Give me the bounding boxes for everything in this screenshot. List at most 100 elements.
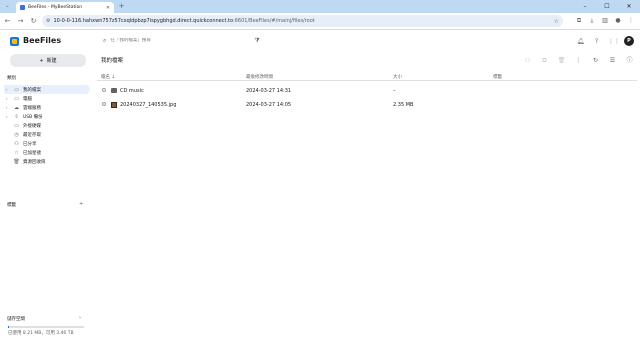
select-checkbox[interactable] xyxy=(102,88,106,92)
storage-usage-fill xyxy=(8,326,9,328)
share-icon[interactable]: ⚇ xyxy=(523,56,532,65)
select-checkbox[interactable] xyxy=(102,102,106,106)
list-view-icon[interactable]: ☰ xyxy=(608,56,617,65)
browser-tabstrip: ⌄ BeeFiles - MyBeeStation ✕ + – ☐ ✕ xyxy=(0,0,640,13)
chevron-right-icon[interactable]: › xyxy=(6,105,10,110)
file-size: 2.35 MB xyxy=(393,102,414,108)
sidebar-item-label: USB 備份 xyxy=(23,114,43,120)
maximize-icon[interactable]: ☐ xyxy=(596,0,618,13)
storage-usage-text: 已使用 8.21 MB，可用 3.46 TB xyxy=(8,331,74,336)
sidebar-icon[interactable]: ▥ xyxy=(600,16,610,26)
tab-title: BeeFiles - MyBeeStation xyxy=(28,5,83,10)
sidebar-item-label: 雲端服務 xyxy=(23,105,41,111)
profile-icon[interactable]: ● xyxy=(613,16,623,26)
sidebar-item-external-drive[interactable]: ▭ 外接硬碟 xyxy=(4,121,90,130)
more-options-icon[interactable]: ⋮ xyxy=(574,56,583,65)
bookmark-star-icon[interactable]: ☆ xyxy=(554,18,559,25)
chevron-right-icon[interactable]: › xyxy=(6,114,10,119)
sidebar-item-usb-backup[interactable]: › ⇧ USB 備份 xyxy=(4,112,90,121)
sidebar-item-computer[interactable]: › ▭ 電腦 xyxy=(4,94,90,103)
file-size: – xyxy=(393,88,396,94)
sidebar-item-label: 我的檔案 xyxy=(23,87,41,93)
section-title-tags: 標籤 xyxy=(7,203,16,208)
delete-icon[interactable]: 🗑︎ xyxy=(557,56,566,65)
folder-icon xyxy=(111,88,117,93)
image-thumbnail-icon xyxy=(111,102,117,108)
tab-search-icon[interactable]: ⌄ xyxy=(4,3,11,10)
page-title: 我的檔案 xyxy=(101,58,124,64)
column-header-name[interactable]: 檔名 ↓ xyxy=(101,74,115,80)
refresh-icon[interactable]: ↻ xyxy=(591,56,600,65)
app-header: BeeFiles ⌕ ⧩ 🔔︎ ? ⋮⋮ P xyxy=(0,31,640,51)
minimize-icon[interactable]: – xyxy=(574,0,596,13)
search-input[interactable] xyxy=(110,38,251,43)
add-tag-icon[interactable]: + xyxy=(79,201,83,207)
apps-grid-icon[interactable]: ⋮⋮ xyxy=(608,37,620,46)
table-row[interactable]: 20240327_140535.jpg 2024-03-27 14:05 2.3… xyxy=(97,98,637,112)
trash-icon: 🗑︎ xyxy=(13,158,20,165)
clock-icon: ◷ xyxy=(14,131,19,138)
menu-dots-icon[interactable]: ⋮ xyxy=(626,16,636,26)
share-icon: ⚇ xyxy=(14,140,19,147)
app-brand: BeeFiles xyxy=(23,36,62,45)
favicon-icon xyxy=(20,5,25,10)
sidebar-item-label: 電腦 xyxy=(23,96,32,102)
browser-tab[interactable]: BeeFiles - MyBeeStation ✕ xyxy=(16,2,114,13)
column-header-modified[interactable]: 最後修改時間 xyxy=(246,74,273,80)
file-modified: 2024-03-27 14:05 xyxy=(246,102,292,108)
chevron-right-icon[interactable]: › xyxy=(6,87,10,92)
sidebar-item-trash[interactable]: 🗑︎ 資源回收筒 xyxy=(4,157,90,166)
table-row[interactable]: CD music 2024-03-27 14:31 – xyxy=(97,84,637,98)
help-icon[interactable]: ? xyxy=(592,37,601,46)
sidebar-item-label: 最近存取 xyxy=(23,132,41,138)
chevron-right-icon[interactable]: › xyxy=(79,315,81,321)
file-actions: ⚇ ⧉ 🗑︎ ⋮ ↻ ☰ ⓘ xyxy=(523,56,634,65)
reload-icon[interactable]: ↻ xyxy=(28,16,39,27)
new-button[interactable]: + 新建 xyxy=(10,54,86,67)
section-title-storage: 儲存空間 xyxy=(7,317,25,322)
star-icon: ☆ xyxy=(14,149,19,156)
sidebar-item-shared[interactable]: ⚇ 已分享 xyxy=(4,139,90,148)
storage-usage-bar xyxy=(8,326,84,328)
file-name[interactable]: 20240327_140535.jpg xyxy=(120,102,176,108)
sidebar-item-cloud[interactable]: › ☁ 雲端服務 xyxy=(4,103,90,112)
chevron-right-icon[interactable]: › xyxy=(6,96,10,101)
sidebar-item-label: 已分享 xyxy=(23,141,37,147)
drive-icon: ▭ xyxy=(14,122,19,129)
close-window-icon[interactable]: ✕ xyxy=(618,0,640,13)
toolbar-actions: ⧉ ⤓ ▥ ● ⋮ xyxy=(574,16,636,26)
tab-close-icon[interactable]: ✕ xyxy=(106,5,110,11)
sidebar-item-label: 資源回收筒 xyxy=(23,159,46,165)
sidebar-item-my-files[interactable]: › ▭ 我的檔案 xyxy=(4,85,90,94)
forward-icon[interactable]: → xyxy=(15,16,26,27)
info-icon[interactable]: ⓘ xyxy=(625,56,634,65)
notification-icon[interactable]: 🔔︎ xyxy=(576,37,585,46)
sidebar-item-label: 已加星號 xyxy=(23,150,41,156)
back-icon[interactable]: ← xyxy=(2,16,13,27)
sidebar-item-label: 外接硬碟 xyxy=(23,123,41,129)
window-controls: – ☐ ✕ xyxy=(574,0,640,13)
usb-icon: ⇧ xyxy=(14,113,19,120)
computer-icon: ▭ xyxy=(14,95,19,102)
folder-icon: ▭ xyxy=(14,86,19,93)
url-text[interactable]: 10-0-0-116.hahxwn757z57cxqldpbzp7ispygbh… xyxy=(53,18,550,24)
search-bar: ⌕ ⧩ xyxy=(103,35,275,46)
new-button-label: 新建 xyxy=(46,58,57,64)
beefiles-logo xyxy=(10,37,19,46)
address-bar[interactable]: ⚙ 10-0-0-116.hahxwn757z57cxqldpbzp7ispyg… xyxy=(42,15,563,27)
sidebar-item-starred[interactable]: ☆ 已加星號 xyxy=(4,148,90,157)
file-modified: 2024-03-27 14:31 xyxy=(246,88,292,94)
sidebar-item-recent[interactable]: ◷ 最近存取 xyxy=(4,130,90,139)
search-icon[interactable]: ⌕ xyxy=(103,37,106,45)
new-tab-button[interactable]: + xyxy=(117,2,126,11)
filter-icon[interactable]: ⧩ xyxy=(254,37,259,45)
column-header-size[interactable]: 大小 xyxy=(393,74,402,80)
file-name[interactable]: CD music xyxy=(120,88,144,94)
extensions-icon[interactable]: ⧉ xyxy=(574,16,584,26)
avatar[interactable]: P xyxy=(624,36,634,46)
site-info-icon[interactable]: ⚙ xyxy=(46,18,50,24)
download-icon[interactable]: ⤓ xyxy=(587,16,597,26)
copy-icon[interactable]: ⧉ xyxy=(540,56,549,65)
header-actions: 🔔︎ ? ⋮⋮ P xyxy=(576,36,634,46)
column-header-tags[interactable]: 標籤 xyxy=(493,74,502,80)
